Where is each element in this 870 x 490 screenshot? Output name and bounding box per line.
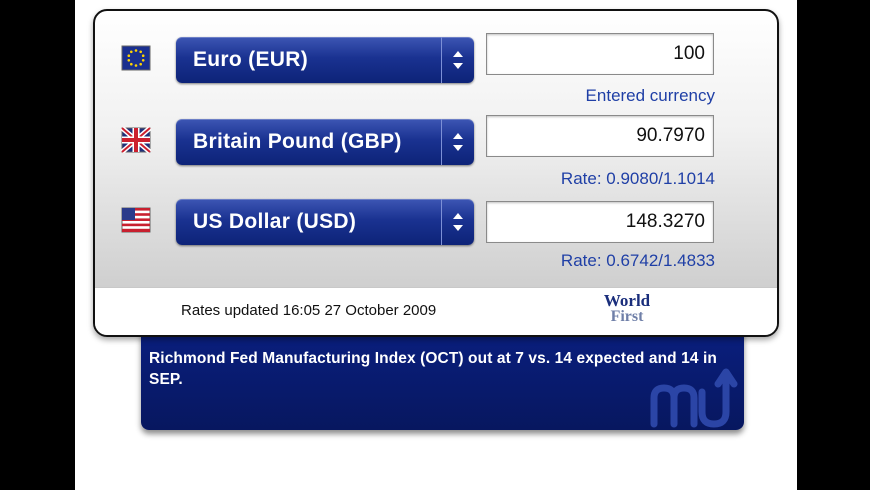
rate-note-gbp: Rate: 0.9080/1.1014 [560,169,715,188]
currency-converter-widget: Euro (EUR) Entered currency Britain Poun… [93,9,779,337]
brand-line-2: First [610,308,644,325]
rates-updated-status: Rates updated 16:05 27 October 2009 [181,302,437,319]
currency-select-2[interactable]: Britain Pound (GBP) [176,119,474,165]
news-text: Richmond Fed Manufacturing Index (OCT) o… [149,350,717,388]
select-arrows-icon [441,199,474,245]
uk-flag-icon [121,127,151,153]
currency-select-2-label: Britain Pound (GBP) [193,130,402,153]
mu-logo-icon [650,368,738,428]
currency-select-1-label: Euro (EUR) [193,48,308,71]
world-first-logo[interactable]: World First [587,291,667,325]
widget-footer: Rates updated 16:05 27 October 2009 Worl… [95,287,777,335]
eu-flag-icon [121,45,151,71]
select-arrows-icon [441,37,474,83]
amount-field-3[interactable] [486,201,714,243]
select-arrows-icon [441,119,474,165]
amount-field-2[interactable] [486,115,714,157]
news-ticker: Richmond Fed Manufacturing Index (OCT) o… [141,325,744,430]
amount-field-1[interactable] [486,33,714,75]
us-flag-icon [121,207,151,233]
currency-select-3-label: US Dollar (USD) [193,210,357,233]
currency-select-1[interactable]: Euro (EUR) [176,37,474,83]
brand-line-1: World [603,291,651,310]
currency-select-3[interactable]: US Dollar (USD) [176,199,474,245]
rate-note-usd: Rate: 0.6742/1.4833 [560,251,715,270]
entered-currency-note: Entered currency [585,86,715,105]
